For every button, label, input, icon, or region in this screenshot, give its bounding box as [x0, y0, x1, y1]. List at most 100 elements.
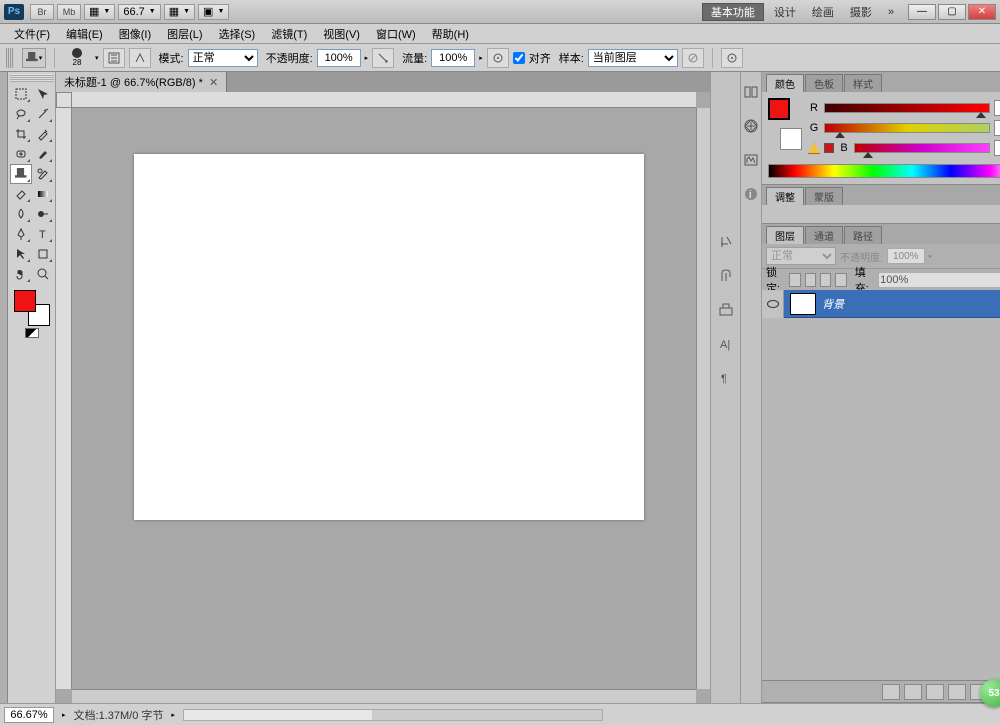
histogram-panel-icon[interactable] — [741, 150, 761, 170]
link-layers-button[interactable] — [882, 684, 900, 700]
brush-presets-panel-icon[interactable] — [716, 266, 736, 286]
workspace-more-button[interactable]: » — [880, 6, 902, 18]
color-swatches[interactable] — [14, 290, 50, 326]
clone-source-button[interactable] — [721, 48, 743, 68]
b-input[interactable] — [994, 140, 1000, 156]
airbrush-button[interactable] — [487, 48, 509, 68]
window-maximize-button[interactable]: ▢ — [938, 4, 966, 20]
gamut-warning-icon[interactable] — [808, 142, 820, 154]
menu-help[interactable]: 帮助(H) — [424, 26, 477, 42]
ruler-corner[interactable] — [56, 92, 72, 108]
status-thumbnail[interactable] — [183, 709, 603, 721]
r-slider[interactable] — [824, 103, 990, 113]
zoom-dropdown[interactable]: 66.7▼ — [118, 4, 160, 20]
window-close-button[interactable]: ✕ — [968, 4, 996, 20]
layer-style-button[interactable] — [904, 684, 922, 700]
workspace-design-button[interactable]: 设计 — [766, 4, 804, 20]
layer-list[interactable]: 背景 🔒 — [762, 290, 1000, 680]
ruler-horizontal[interactable] — [72, 92, 696, 108]
ignore-adjustment-button[interactable] — [682, 48, 704, 68]
lock-all-button[interactable] — [835, 273, 846, 287]
navigator-panel-icon[interactable] — [741, 116, 761, 136]
zoom-input[interactable] — [4, 707, 54, 723]
menu-filter[interactable]: 滤镜(T) — [263, 26, 315, 42]
b-slider[interactable] — [854, 143, 990, 153]
canvas-viewport[interactable] — [56, 92, 710, 703]
wand-tool[interactable] — [32, 104, 54, 124]
tab-channels[interactable]: 通道 — [805, 226, 843, 244]
current-tool-indicator[interactable]: ▾ — [22, 48, 46, 68]
ruler-vertical[interactable] — [56, 108, 72, 689]
type-tool[interactable]: T — [32, 224, 54, 244]
dodge-tool[interactable] — [32, 204, 54, 224]
window-minimize-button[interactable]: — — [908, 4, 936, 20]
paragraph-panel-icon[interactable]: ¶ — [716, 368, 736, 388]
adjustment-layer-button[interactable] — [948, 684, 966, 700]
g-slider[interactable] — [824, 123, 990, 133]
tab-styles[interactable]: 样式 — [844, 74, 882, 92]
pen-tool[interactable] — [10, 224, 32, 244]
notification-badge[interactable]: 53 — [980, 679, 1000, 707]
layer-opacity-input[interactable] — [887, 248, 925, 264]
history-panel-icon[interactable] — [741, 82, 761, 102]
layer-visibility-toggle[interactable] — [762, 290, 784, 318]
layer-fill-input[interactable] — [878, 272, 1000, 288]
lock-pixels-button[interactable] — [805, 273, 816, 287]
brush-preview[interactable]: 28 — [63, 45, 91, 71]
workspace-essentials-button[interactable]: 基本功能 — [702, 3, 764, 21]
layer-thumbnail[interactable] — [790, 293, 816, 315]
r-input[interactable] — [994, 100, 1000, 116]
path-select-tool[interactable] — [10, 244, 32, 264]
layer-mask-button[interactable] — [926, 684, 944, 700]
zoom-tool[interactable] — [32, 264, 54, 284]
blur-tool[interactable] — [10, 204, 32, 224]
lock-transparency-button[interactable] — [789, 273, 800, 287]
eyedropper-tool[interactable] — [32, 124, 54, 144]
tablet-pressure-button[interactable] — [372, 48, 394, 68]
workspace-paint-button[interactable]: 绘画 — [804, 4, 842, 20]
canvas[interactable] — [134, 154, 644, 520]
optionsbar-grip[interactable] — [6, 48, 14, 68]
tab-layers[interactable]: 图层 — [766, 226, 804, 244]
move-tool[interactable] — [32, 84, 54, 104]
menu-edit[interactable]: 编辑(E) — [58, 26, 111, 42]
bridge-button[interactable]: Br — [30, 4, 54, 20]
default-colors-button[interactable] — [25, 328, 39, 338]
eraser-tool[interactable] — [10, 184, 32, 204]
foreground-color[interactable] — [14, 290, 36, 312]
opacity-input[interactable] — [317, 49, 361, 67]
toolbox-handle[interactable] — [10, 74, 54, 82]
clone-source-panel-icon[interactable] — [716, 300, 736, 320]
arrange-dropdown[interactable]: ▣▼ — [198, 4, 229, 20]
sample-select[interactable]: 当前图层 — [588, 49, 678, 67]
menu-select[interactable]: 选择(S) — [211, 26, 264, 42]
color-bg-swatch[interactable] — [780, 128, 802, 150]
healing-tool[interactable] — [10, 144, 32, 164]
tab-close-button[interactable]: ✕ — [209, 76, 218, 89]
tablet-pressure-opacity-button[interactable] — [129, 48, 151, 68]
aligned-checkbox[interactable] — [513, 52, 525, 64]
clone-stamp-tool[interactable] — [10, 164, 32, 184]
flow-input[interactable] — [431, 49, 475, 67]
crop-tool[interactable] — [10, 124, 32, 144]
screen-mode-dropdown[interactable]: ▦▼ — [84, 4, 115, 20]
layer-item-background[interactable]: 背景 🔒 — [762, 290, 1000, 318]
history-brush-tool[interactable] — [32, 164, 54, 184]
brush-panel-button[interactable] — [103, 48, 125, 68]
marquee-tool[interactable] — [10, 84, 32, 104]
type-panel-icon[interactable]: A| — [716, 334, 736, 354]
menu-window[interactable]: 窗口(W) — [368, 26, 424, 42]
gamut-color-chip[interactable] — [824, 143, 834, 153]
menu-file[interactable]: 文件(F) — [6, 26, 58, 42]
scrollbar-horizontal[interactable] — [72, 689, 696, 703]
minibridge-button[interactable]: Mb — [57, 4, 81, 20]
color-fg-swatch[interactable] — [768, 98, 790, 120]
lock-position-button[interactable] — [820, 273, 831, 287]
shape-tool[interactable] — [32, 244, 54, 264]
tab-swatches[interactable]: 色板 — [805, 74, 843, 92]
color-spectrum[interactable] — [768, 164, 1000, 178]
character-panel-icon[interactable] — [716, 232, 736, 252]
info-panel-icon[interactable]: i — [741, 184, 761, 204]
tab-adjustments[interactable]: 调整 — [766, 187, 804, 205]
layer-blend-select[interactable]: 正常 — [766, 247, 836, 265]
